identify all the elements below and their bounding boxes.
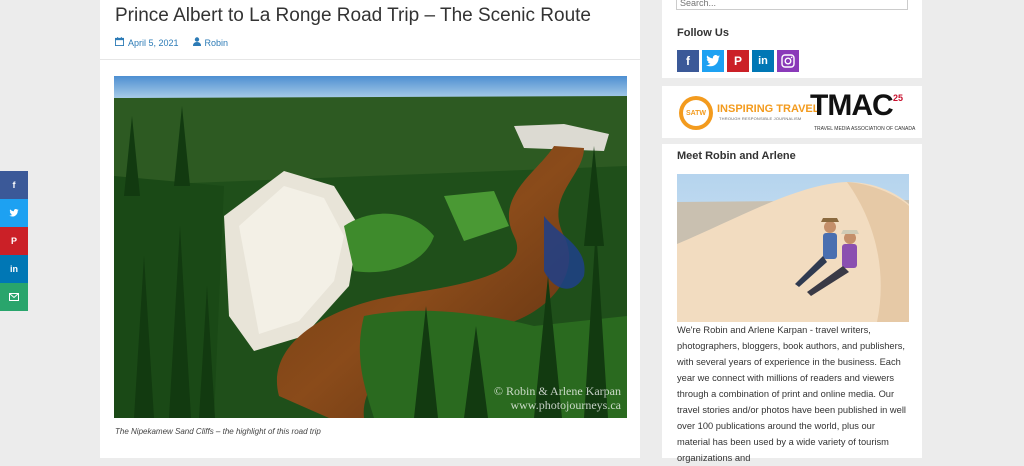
instagram-icon[interactable] <box>777 50 799 72</box>
divider <box>100 59 640 60</box>
post-meta: April 5, 2021 Robin <box>115 37 228 48</box>
post-author[interactable]: Robin <box>205 38 229 48</box>
page-background-right <box>922 0 1024 458</box>
search-input[interactable] <box>676 0 908 10</box>
facebook-icon[interactable]: f <box>677 50 699 72</box>
floating-share-bar: f P in <box>0 171 28 311</box>
post-date[interactable]: April 5, 2021 <box>128 38 179 48</box>
tmac-subtitle: TRAVEL MEDIA ASSOCIATION OF CANADA <box>814 126 916 132</box>
affiliations-widget: SATW INSPIRING TRAVEL THROUGH RESPONSIBL… <box>662 86 922 138</box>
satw-tagline: INSPIRING TRAVEL <box>717 103 820 115</box>
post-featured-image[interactable]: © Robin & Arlene Karpan www.photojourney… <box>114 76 627 418</box>
tmac-logo[interactable]: TMAC <box>810 89 894 123</box>
satw-logo[interactable]: SATW <box>679 96 713 130</box>
social-links: f P in <box>677 50 799 72</box>
user-icon <box>192 37 201 48</box>
meet-title: Meet Robin and Arlene <box>677 150 796 162</box>
calendar-icon <box>115 37 124 48</box>
pinterest-icon[interactable]: P <box>727 50 749 72</box>
authors-photo[interactable] <box>677 174 909 322</box>
post-title: Prince Albert to La Ronge Road Trip – Th… <box>115 5 591 26</box>
pinterest-icon[interactable]: P <box>0 227 28 255</box>
tmac-anniversary: 25 <box>893 93 904 103</box>
about-widget: Meet Robin and Arlene We're Robin and Ar… <box>662 144 922 463</box>
facebook-icon[interactable]: f <box>0 171 28 199</box>
linkedin-icon[interactable]: in <box>752 50 774 72</box>
image-caption: The Nipekamew Sand Cliffs – the highligh… <box>115 427 321 436</box>
image-watermark: © Robin & Arlene Karpan www.photojourney… <box>493 384 621 412</box>
satw-subtagline: THROUGH RESPONSIBLE JOURNALISM <box>719 116 802 121</box>
follow-widget: Follow Us f P in <box>662 0 922 78</box>
about-text: We're Robin and Arlene Karpan - travel w… <box>677 325 906 463</box>
sidebar: Follow Us f P in SATW INSPIRING TRAVEL T… <box>662 0 922 463</box>
twitter-icon[interactable] <box>0 199 28 227</box>
follow-title: Follow Us <box>677 27 729 39</box>
linkedin-icon[interactable]: in <box>0 255 28 283</box>
article: Prince Albert to La Ronge Road Trip – Th… <box>100 0 640 458</box>
twitter-icon[interactable] <box>702 50 724 72</box>
email-icon[interactable] <box>0 283 28 311</box>
